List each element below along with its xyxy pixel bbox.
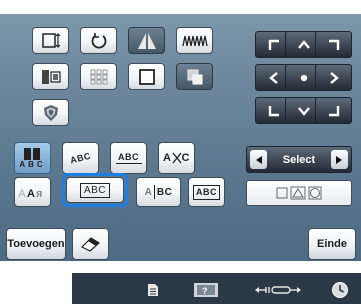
chevron-down-icon xyxy=(297,106,310,116)
rotate-icon xyxy=(91,32,106,49)
straight-text-button[interactable]: ABC xyxy=(110,142,147,174)
rotate-button[interactable] xyxy=(80,27,117,54)
corner-up-left-icon xyxy=(268,39,279,50)
triangle-shape-icon xyxy=(290,186,306,200)
chevron-right-icon xyxy=(329,71,339,84)
corner-down-right-icon xyxy=(328,105,339,116)
add-button[interactable]: Toevoegen xyxy=(6,228,66,260)
mirror-button[interactable] xyxy=(128,27,165,54)
copy-button[interactable] xyxy=(176,63,213,90)
chevron-up-icon xyxy=(297,39,310,49)
copy-icon xyxy=(187,69,202,84)
boxed-text-label: ABC xyxy=(196,186,217,197)
svg-text:ᴙ: ᴙ xyxy=(36,188,42,200)
selected-highlight xyxy=(62,173,128,207)
square-shape-icon xyxy=(276,187,288,199)
array-button[interactable] xyxy=(80,63,117,90)
frame-outline-icon xyxy=(138,68,155,85)
letter-spacing-button[interactable]: A C xyxy=(158,142,195,174)
eraser-icon xyxy=(80,237,100,252)
split-divider xyxy=(153,185,155,199)
select-prev-button[interactable] xyxy=(250,150,267,169)
spacing-letter-a: A xyxy=(163,152,172,164)
shape-selector[interactable] xyxy=(246,180,352,206)
density-icon xyxy=(181,35,208,46)
circle-shape-icon xyxy=(308,186,322,200)
svg-text:A: A xyxy=(27,188,35,200)
color-change-icon xyxy=(41,69,61,84)
boxed-text-button[interactable]: ABC xyxy=(188,177,225,207)
arc-text-button[interactable]: ABC xyxy=(62,142,99,174)
frame-size-icon xyxy=(41,32,60,48)
svg-text:A: A xyxy=(18,188,26,200)
select-label: Select xyxy=(282,153,316,166)
end-button[interactable]: Einde xyxy=(308,228,356,260)
move-up-right-button[interactable] xyxy=(315,31,352,58)
add-button-label: Toevoegen xyxy=(7,238,65,250)
vertical-text-label: ABC xyxy=(19,160,46,169)
select-next-button[interactable] xyxy=(330,150,348,169)
color-button[interactable] xyxy=(32,63,69,90)
split-a-label: A xyxy=(144,186,152,198)
move-right-button[interactable] xyxy=(315,64,352,91)
vertical-text-button[interactable]: ABC xyxy=(14,142,51,174)
move-down-right-button[interactable] xyxy=(315,97,352,124)
svg-text:?: ? xyxy=(202,286,208,296)
size-button[interactable] xyxy=(32,27,69,54)
page-icon xyxy=(148,284,158,296)
border-button[interactable] xyxy=(128,63,165,90)
arc-text-label: ABC xyxy=(69,150,92,166)
split-text-button[interactable]: A BC xyxy=(136,177,181,207)
center-dot-icon xyxy=(300,74,307,81)
triangle-right-icon xyxy=(336,155,343,164)
vertical-text-icon xyxy=(23,148,40,160)
eraser-button[interactable] xyxy=(72,228,109,260)
trial-icon: ? xyxy=(194,283,218,297)
baseline-line xyxy=(115,163,142,164)
letter-spacing-icon xyxy=(171,152,182,164)
clock-icon xyxy=(332,282,348,298)
chevron-left-icon xyxy=(268,71,278,84)
boxed-text-box: ABC xyxy=(193,184,220,200)
split-text-label: BC xyxy=(156,186,173,198)
spacing-letter-c: C xyxy=(181,152,190,164)
straight-text-label: ABC xyxy=(118,152,139,162)
applique-button[interactable] xyxy=(32,99,69,126)
move-icon xyxy=(255,286,301,294)
triangle-left-icon xyxy=(255,155,262,164)
mirror-icon xyxy=(137,32,156,49)
array-icon xyxy=(90,69,107,84)
corner-down-left-icon xyxy=(268,105,279,116)
end-button-label: Einde xyxy=(317,238,347,250)
shadow-text-icon: A A ᴙ xyxy=(18,188,42,200)
density-button[interactable] xyxy=(176,27,213,54)
corner-up-right-icon xyxy=(328,39,339,50)
shadow-text-button[interactable]: A A ᴙ xyxy=(14,177,51,207)
shield-icon xyxy=(43,104,58,121)
select-control: Select xyxy=(246,146,352,173)
